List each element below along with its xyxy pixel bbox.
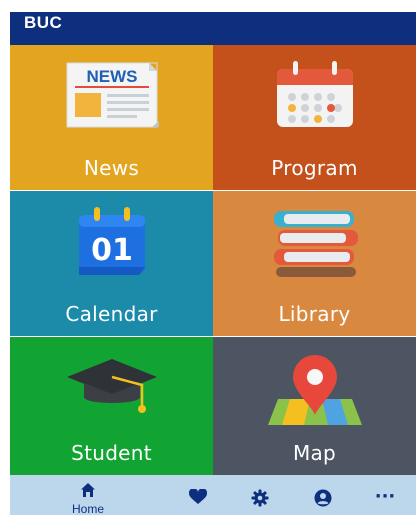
nav-item-settings[interactable] [235,475,285,515]
tile-label: Library [278,302,351,326]
tile-label: Map [292,441,337,465]
home-icon [81,483,95,497]
tile-label: Program [271,156,358,180]
tile-library[interactable]: Library [213,191,416,336]
nav-item-favorites[interactable] [173,475,223,515]
app-title: BUC [24,13,63,32]
app-screen: BUC NEWS News Program 01 Calendar Librar… [0,0,416,515]
nav-item-account[interactable] [298,475,348,515]
app-bar: BUC [10,12,416,45]
menu-grid: NEWS News Program 01 Calendar Library St… [10,45,416,475]
tile-calendar[interactable]: 01 Calendar [10,191,213,336]
nav-item-home[interactable]: Home [63,475,113,515]
tile-news[interactable]: NEWS News [10,45,213,190]
tile-label: Student [71,441,152,465]
svg-text:01: 01 [91,233,133,268]
nav-item-more[interactable]: ··· [360,475,410,515]
map-pin-icon [267,355,362,425]
tile-map[interactable]: Map [213,337,416,475]
books-icon [273,211,358,277]
more-icon: ··· [374,486,396,507]
tile-program[interactable]: Program [213,45,416,190]
heart-icon [189,489,207,504]
bottom-navigation: Home ··· [10,475,416,515]
calendar-schedule-icon [276,61,353,127]
newspaper-icon: NEWS [66,62,159,128]
account-icon [314,489,332,507]
gear-icon [251,489,269,507]
nav-label-home: Home [71,502,104,515]
tile-label: Calendar [65,302,158,326]
svg-text:NEWS: NEWS [86,67,137,86]
graduation-cap-icon [66,359,157,413]
tile-label: News [83,156,140,180]
calendar-date-icon: 01 [78,207,145,275]
tile-student[interactable]: Student [10,337,213,475]
